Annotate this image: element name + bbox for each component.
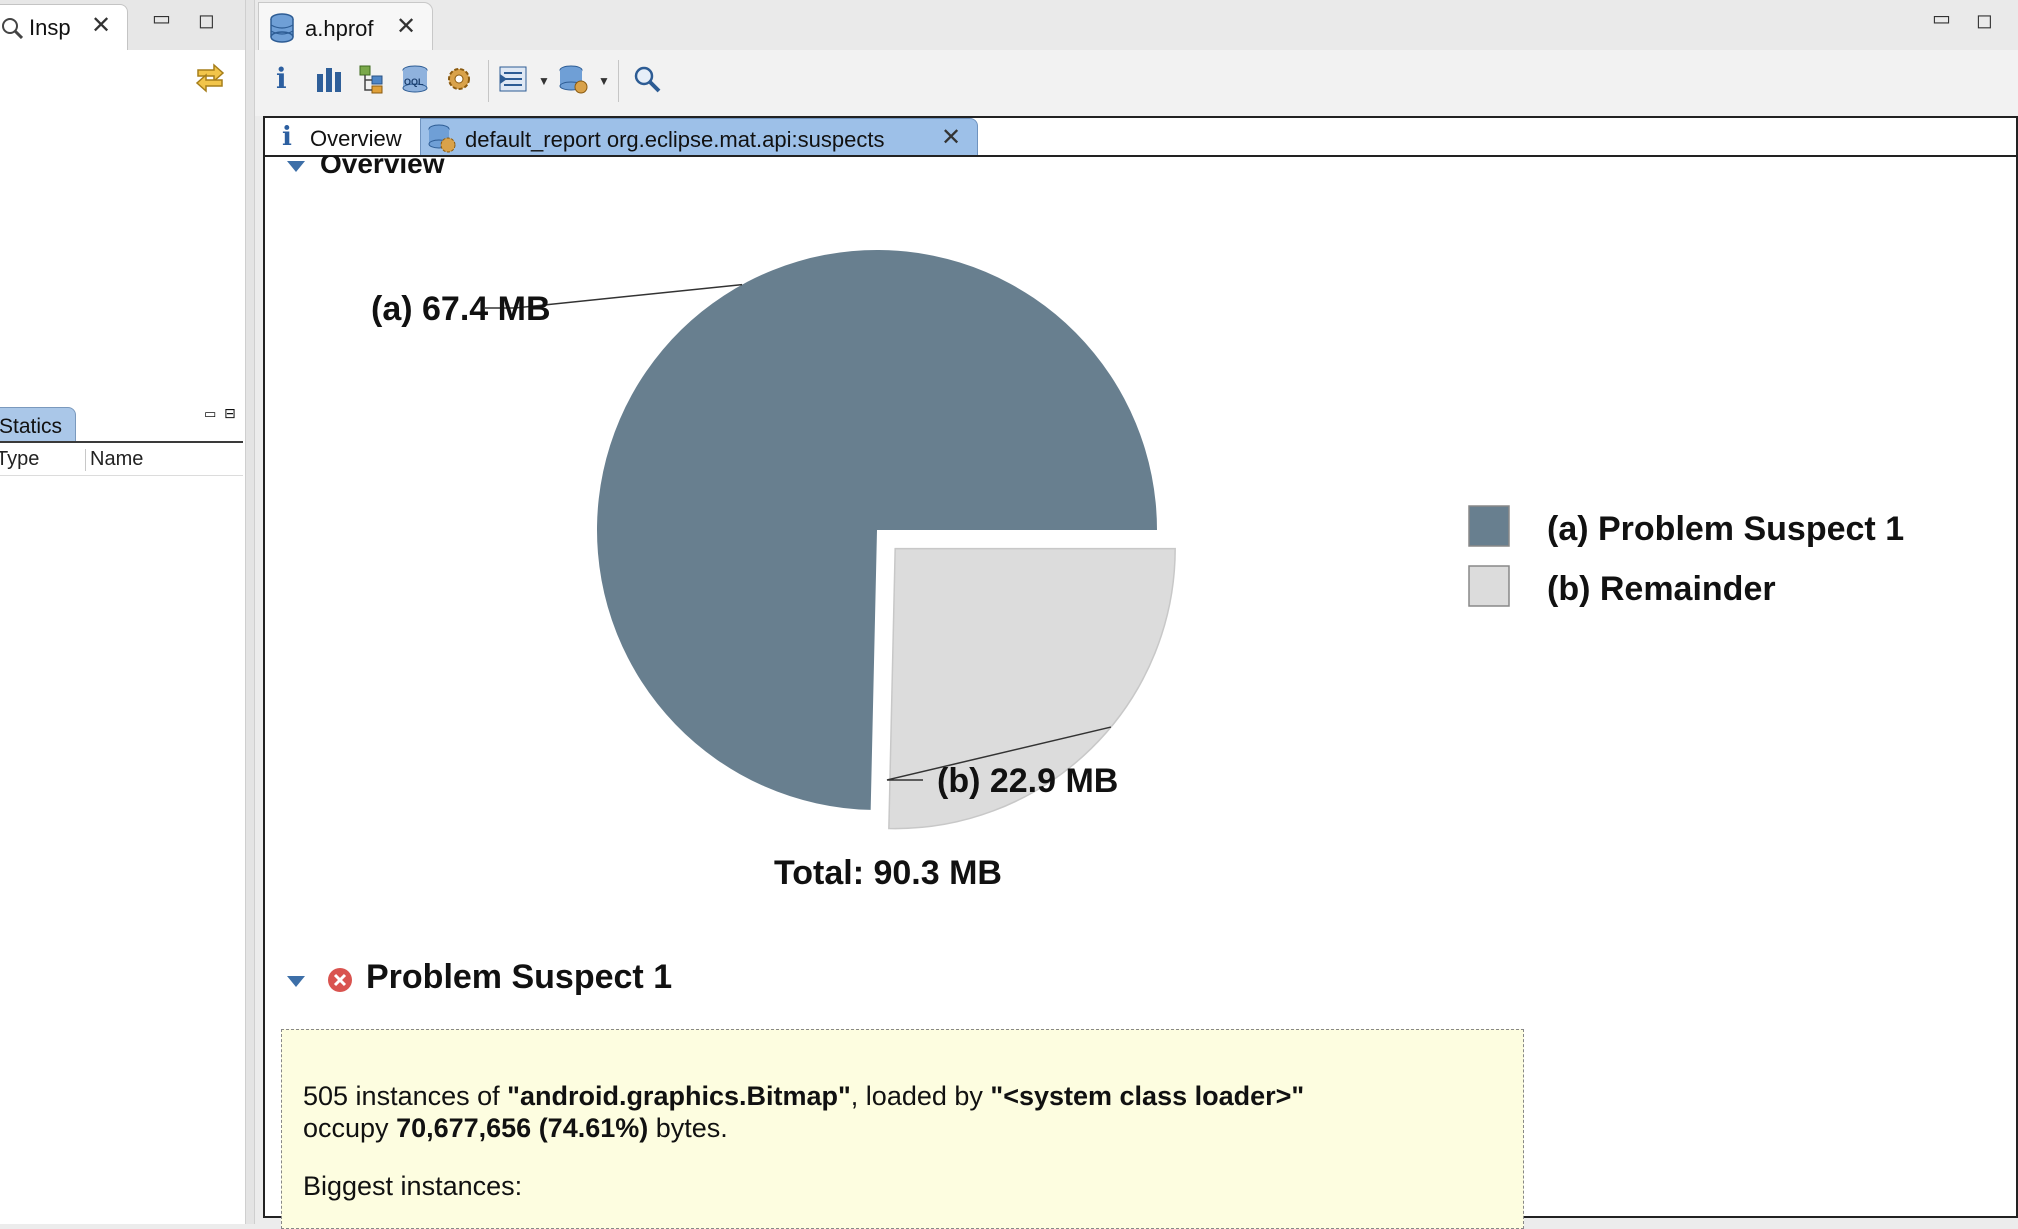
suspect-class-name: "android.graphics.Bitmap" — [507, 1081, 851, 1111]
tab-inspector[interactable]: Insp ✕ — [0, 4, 128, 50]
link-with-selection-icon[interactable] — [192, 60, 228, 94]
info-icon[interactable]: i — [276, 62, 287, 95]
suspect-text-suffix: bytes. — [648, 1113, 728, 1143]
chevron-down-icon[interactable]: ▼ — [598, 74, 610, 88]
statics-tab-label: Statics — [0, 415, 63, 438]
report-tab-label: default_report org.eclipse.mat.api:suspe… — [465, 127, 885, 152]
info-icon: i — [282, 122, 292, 152]
legend-entry-a: (a) Problem Suspect 1 — [1547, 510, 1904, 548]
tab-hprof[interactable]: a.hprof ✕ — [258, 2, 433, 50]
suspect-description: 505 instances of "android.graphics.Bitma… — [281, 1029, 1524, 1229]
suspect-text-occupy: occupy — [303, 1113, 397, 1143]
chevron-down-icon[interactable]: ▼ — [538, 74, 550, 88]
thread-overview-icon[interactable] — [444, 64, 474, 94]
suspect-line-1: 505 instances of "android.graphics.Bitma… — [303, 1080, 1304, 1112]
report-icon — [428, 124, 456, 153]
slice-label-a: (a) 67.4 MB — [371, 290, 551, 328]
pie-chart: (a) 67.4 MB (b) 22.9 MB Total: 90.3 MB (a) … — [371, 250, 1904, 892]
suspect-line-2: occupy 70,677,656 (74.61%) bytes. — [303, 1112, 728, 1144]
toolbar-separator — [488, 60, 489, 102]
dominator-tree-icon[interactable] — [358, 64, 388, 94]
suspect-text-mid: , loaded by — [850, 1081, 991, 1111]
error-icon — [328, 968, 352, 992]
column-separator[interactable] — [85, 449, 86, 471]
pie-total-label: Total: 90.3 MB — [774, 854, 1002, 892]
suspect-text-prefix: 505 instances of — [303, 1081, 508, 1111]
tab-default-report[interactable]: default_report org.eclipse.mat.api:suspe… — [420, 118, 978, 156]
legend-swatch-b — [1468, 565, 1510, 607]
maximize-icon[interactable]: ◻ — [198, 8, 215, 33]
search-icon[interactable] — [632, 64, 662, 94]
suspect-bytes: 70,677,656 (74.61%) — [396, 1113, 649, 1143]
minimize-icon[interactable]: ▭ — [1932, 6, 1951, 31]
legend-swatch-a — [1468, 505, 1510, 547]
close-icon[interactable]: ✕ — [396, 15, 416, 39]
magnifier-icon — [2, 18, 23, 39]
divider — [265, 155, 2016, 157]
divider — [0, 441, 243, 443]
column-header-name[interactable]: Name — [90, 448, 143, 471]
query-browser-icon[interactable] — [498, 64, 528, 94]
file-tab-label: a.hprof — [305, 16, 374, 41]
column-header-type[interactable]: Type — [0, 448, 39, 471]
divider — [0, 475, 243, 476]
collapse-twisty-icon[interactable] — [287, 161, 305, 172]
close-icon[interactable]: ✕ — [91, 14, 111, 38]
inspector-tab-label: Insp — [29, 15, 71, 40]
overview-tab-label: Overview — [310, 126, 402, 151]
biggest-instances-label: Biggest instances: — [303, 1171, 523, 1201]
maximize-icon[interactable]: ⊟ — [224, 405, 236, 422]
sash[interactable] — [245, 0, 255, 1224]
svg-text:OQL: OQL — [404, 77, 424, 87]
toolbar-separator — [618, 60, 619, 102]
maximize-icon[interactable]: ◻ — [1976, 8, 1993, 33]
editor-tabbar — [255, 0, 2018, 50]
minimize-icon[interactable]: ▭ — [204, 406, 216, 422]
tab-overview[interactable]: i Overview — [266, 118, 416, 156]
inspector-panel — [0, 0, 245, 1224]
problem-suspect-heading: Problem Suspect 1 — [366, 958, 673, 996]
heap-dump-icon — [270, 13, 294, 43]
heap-dump-actions-icon[interactable] — [558, 64, 588, 94]
oql-icon[interactable]: OQL — [400, 64, 430, 94]
minimize-icon[interactable]: ▭ — [152, 6, 171, 31]
suspect-loader: "<system class loader>" — [990, 1081, 1305, 1111]
histogram-icon[interactable] — [314, 64, 344, 94]
collapse-twisty-icon[interactable] — [287, 976, 305, 987]
legend-entry-b: (b) Remainder — [1547, 570, 1776, 608]
tab-statics[interactable]: Statics — [0, 407, 76, 443]
close-icon[interactable]: ✕ — [941, 126, 961, 150]
slice-label-b: (b) 22.9 MB — [937, 762, 1118, 800]
